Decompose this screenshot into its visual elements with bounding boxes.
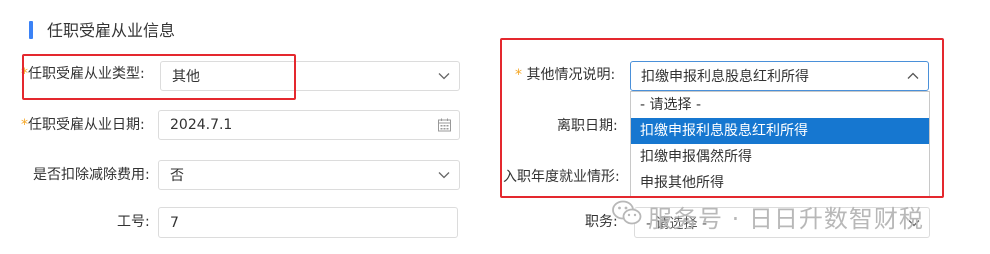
section-accent-bar [29,21,33,39]
employee-no-label: 工号: [117,214,150,230]
employment-date-value: 2024.7.1 [170,117,233,133]
employee-no-value: 7 [170,214,179,231]
dropdown-option[interactable]: 申报其他所得 [631,170,929,196]
leave-date-label: 离职日期: [557,118,618,134]
deduct-fee-label: 是否扣除减除费用: [33,167,150,183]
dropdown-option[interactable]: 扣缴申报偶然所得 [631,144,929,170]
other-situation-dropdown: - 请选择 - 扣缴申报利息股息红利所得 扣缴申报偶然所得 申报其他所得 [630,91,930,197]
employee-no-input[interactable]: 7 [158,207,458,238]
entry-year-label: 入职年度就业情形: [503,169,620,185]
chevron-down-icon [438,172,450,179]
deduct-fee-select[interactable]: 否 [158,160,460,190]
other-situation-label: * 其他情况说明: [515,67,616,83]
employment-type-label: *任职受雇从业类型: [21,66,145,82]
employment-type-value: 其他 [172,69,200,85]
calendar-icon[interactable] [438,118,451,132]
employment-type-select[interactable]: 其他 [160,61,460,91]
section-title: 任职受雇从业信息 [47,21,176,40]
other-situation-value: 扣缴申报利息股息红利所得 [641,69,809,85]
employment-date-label: *任职受雇从业日期: [21,117,145,133]
other-situation-select[interactable]: 扣缴申报利息股息红利所得 [630,61,929,91]
deduct-fee-value: 否 [170,168,184,184]
wechat-icon [612,200,642,225]
required-mark: * [21,66,28,82]
dropdown-option-selected[interactable]: 扣缴申报利息股息红利所得 [631,118,929,144]
chevron-down-icon [438,73,450,80]
required-mark: * [21,117,28,133]
watermark-text: 服务号 · 日日升数智财税 [648,205,924,233]
chevron-up-icon [907,72,919,79]
dropdown-option[interactable]: - 请选择 - [631,92,929,118]
required-mark: * [515,67,522,83]
employment-date-input[interactable]: 2024.7.1 [158,110,460,140]
